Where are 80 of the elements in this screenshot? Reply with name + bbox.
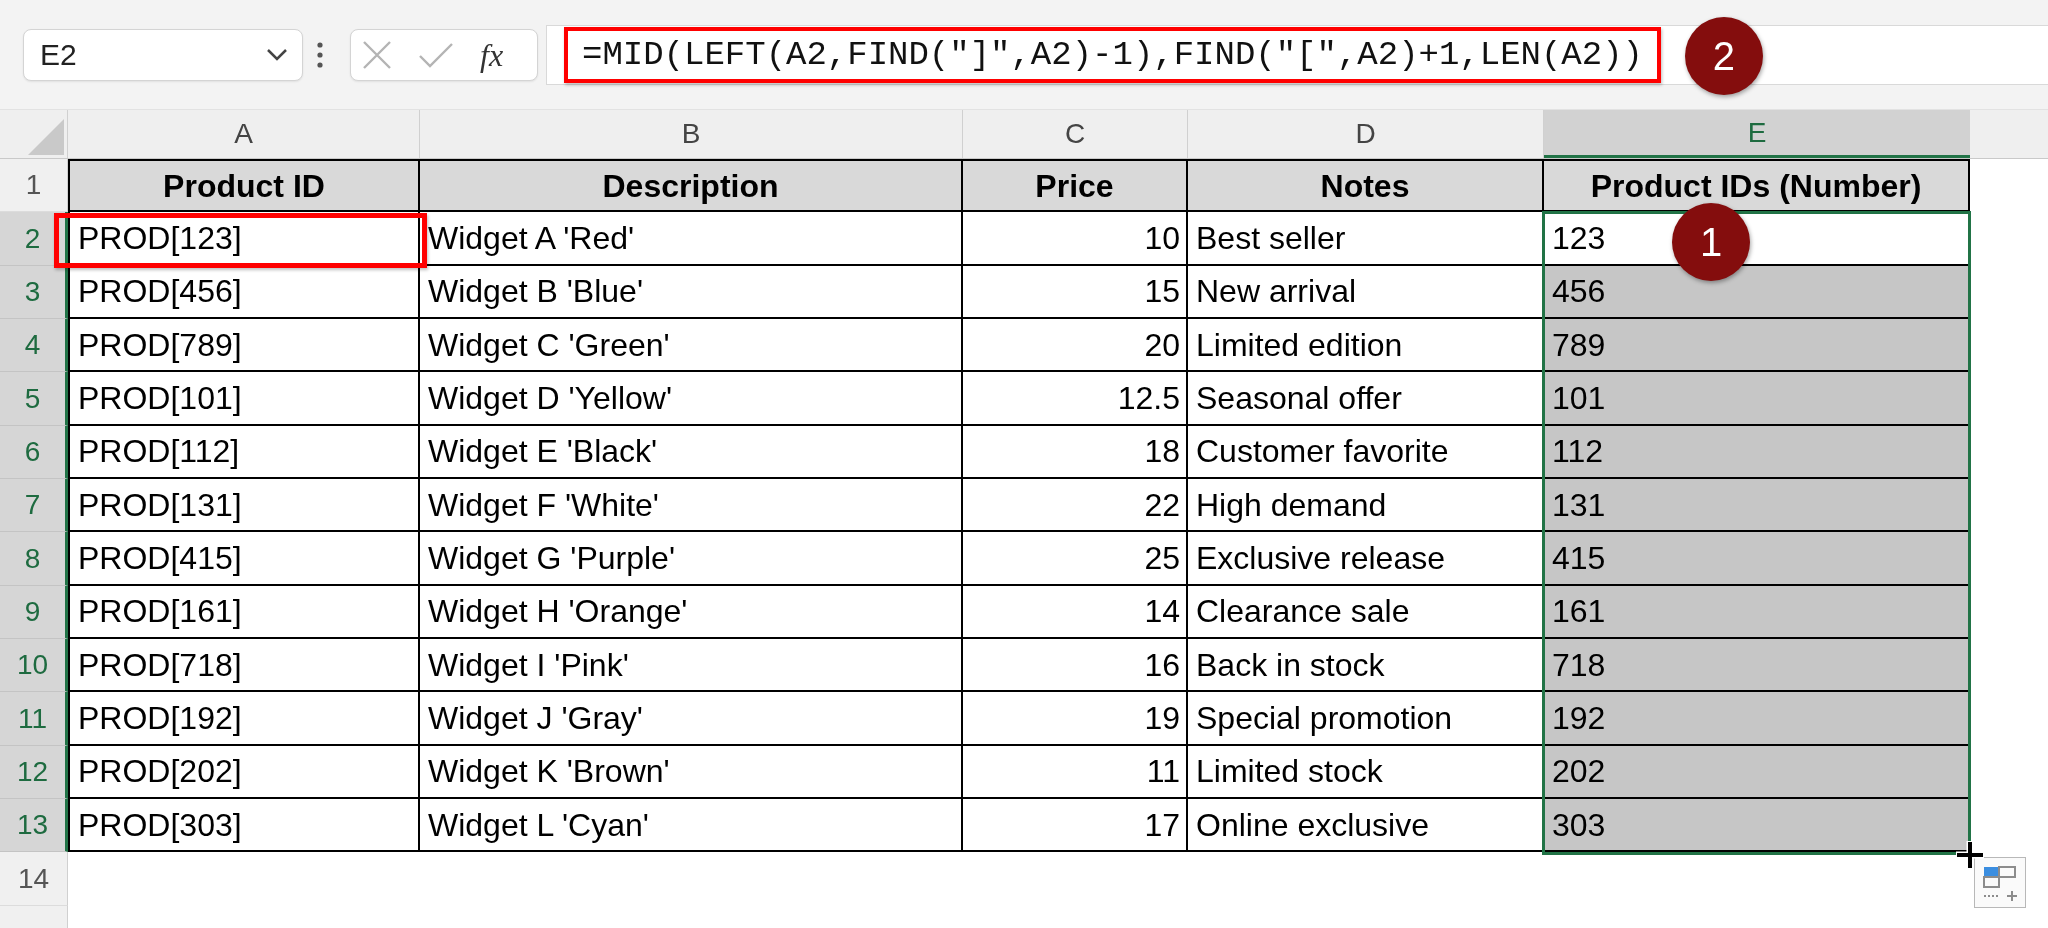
row-header[interactable]: 5: [0, 372, 68, 426]
table-cell: PROD[456]: [68, 265, 420, 320]
table-cell: Widget H 'Orange': [420, 585, 963, 640]
table-cell: Widget B 'Blue': [420, 265, 963, 320]
row-header[interactable]: 2: [0, 212, 68, 266]
check-icon[interactable]: [418, 40, 454, 69]
table-cell: 20: [963, 319, 1188, 373]
table-header-cell: Product IDs (Number): [1544, 159, 1970, 213]
table-cell: 718: [1544, 639, 1970, 693]
cross-icon[interactable]: [362, 39, 392, 70]
table-cell: Widget I 'Pink': [420, 639, 963, 693]
table-header-cell: Description: [420, 159, 963, 213]
table-cell: 101: [1544, 372, 1970, 426]
column-header[interactable]: E: [1544, 110, 1970, 158]
table-cell: PROD[112]: [68, 425, 420, 480]
table-cell: 112: [1544, 425, 1970, 480]
row-header[interactable]: 11: [0, 692, 68, 746]
table-cell: 303: [1544, 799, 1970, 853]
column-header[interactable]: A: [68, 110, 420, 158]
table-cell: 202: [1544, 745, 1970, 800]
table-cell: Widget E 'Black': [420, 425, 963, 480]
row-header[interactable]: 7: [0, 479, 68, 533]
table-cell: 15: [963, 265, 1188, 320]
table-cell: PROD[101]: [68, 372, 420, 426]
table-cell: 161: [1544, 585, 1970, 640]
table-header-cell: Price: [963, 159, 1188, 213]
row-header[interactable]: 1: [0, 159, 68, 213]
insert-function-button[interactable]: fx: [478, 38, 506, 71]
table-cell: PROD[415]: [68, 532, 420, 586]
table-cell: 415: [1544, 532, 1970, 586]
select-all-icon[interactable]: [28, 119, 64, 155]
table-cell: 18: [963, 425, 1188, 480]
table-cell: Widget C 'Green': [420, 319, 963, 373]
row-header[interactable]: [0, 905, 68, 928]
name-box[interactable]: E2: [23, 28, 303, 81]
table-cell: Widget F 'White': [420, 479, 963, 533]
table-cell: Widget G 'Purple': [420, 532, 963, 586]
table-cell: Widget K 'Brown': [420, 745, 963, 800]
row-header[interactable]: 9: [0, 585, 68, 640]
table-cell: PROD[131]: [68, 479, 420, 533]
table-cell: Widget D 'Yellow': [420, 372, 963, 426]
table-cell: 22: [963, 479, 1188, 533]
table-cell: PROD[303]: [68, 799, 420, 853]
row-header[interactable]: 14: [0, 852, 68, 906]
table-cell: Widget L 'Cyan': [420, 799, 963, 853]
callout-marker: 2: [1684, 17, 1763, 95]
crosshair-cursor-icon: [1955, 839, 1985, 870]
table-cell: 456: [1544, 265, 1970, 320]
vertical-dots-icon[interactable]: [317, 41, 323, 68]
table-cell: 789: [1544, 319, 1970, 373]
formula-text: =MID(LEFT(A2,FIND("]",A2)-1),FIND("[",A2)+1,LEN(A2)): [582, 37, 1643, 72]
table-cell: 25: [963, 532, 1188, 586]
table-cell: 11: [963, 745, 1188, 800]
table-cell: 192: [1544, 692, 1970, 746]
table-cell: 17: [963, 799, 1188, 853]
table-cell: 131: [1544, 479, 1970, 533]
table-header-cell: Notes: [1188, 159, 1544, 213]
quick-analysis-icon[interactable]: [1974, 856, 2026, 908]
table-cell: 10: [963, 212, 1188, 266]
table-cell: PROD[192]: [68, 692, 420, 746]
table-cell: PROD[161]: [68, 585, 420, 640]
table-header-cell: Product ID: [68, 159, 420, 213]
table-cell: PROD[202]: [68, 745, 420, 800]
row-header[interactable]: 6: [0, 425, 68, 480]
table-cell: 16: [963, 639, 1188, 693]
row-header[interactable]: 10: [0, 639, 68, 693]
column-header[interactable]: B: [420, 110, 963, 158]
table-cell: PROD[789]: [68, 319, 420, 373]
row-header[interactable]: 4: [0, 319, 68, 373]
chevron-down-icon[interactable]: [266, 48, 288, 61]
table-cell: 14: [963, 585, 1188, 640]
table-cell: 12.5: [963, 372, 1188, 426]
row-header[interactable]: 13: [0, 799, 68, 853]
row-header[interactable]: 3: [0, 265, 68, 320]
table-cell: PROD[718]: [68, 639, 420, 693]
column-header[interactable]: C: [963, 110, 1188, 158]
row-header[interactable]: 12: [0, 745, 68, 800]
table-cell: Widget J 'Gray': [420, 692, 963, 746]
row-header[interactable]: 8: [0, 532, 68, 586]
table-cell: 19: [963, 692, 1188, 746]
